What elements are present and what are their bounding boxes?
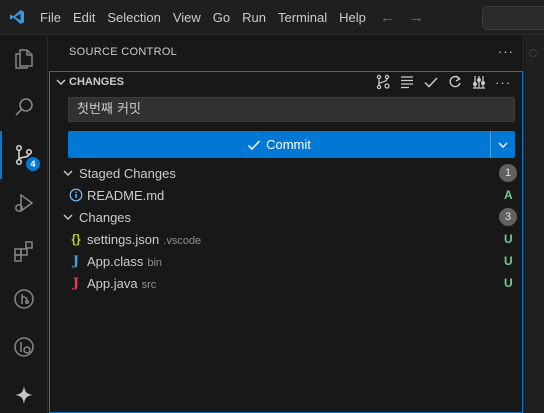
file-name: README.md: [87, 188, 165, 203]
more-actions-icon[interactable]: ···: [498, 44, 514, 59]
chevron-down-icon: [61, 168, 75, 178]
changes-section-title: CHANGES: [69, 76, 125, 88]
navigation-arrows: ← →: [380, 9, 424, 26]
staged-count-badge: 1: [499, 164, 517, 182]
java-class-icon: J: [72, 253, 80, 269]
back-arrow-icon[interactable]: ←: [380, 9, 395, 26]
remote-explorer-icon[interactable]: [0, 323, 48, 371]
info-icon: [69, 187, 83, 203]
extensions-icon[interactable]: [0, 227, 48, 275]
check-icon: [247, 138, 261, 152]
menu-bar: File Edit Selection View Go Run Terminal…: [34, 0, 372, 35]
file-directory: src: [141, 279, 157, 291]
chevron-down-icon: [61, 212, 75, 222]
git-status-untracked: U: [504, 232, 513, 246]
refresh-icon[interactable]: [446, 73, 464, 91]
commit-message-input[interactable]: 첫번째 커밋: [68, 97, 515, 122]
java-icon: J: [72, 275, 80, 291]
section-more-actions-icon[interactable]: ···: [494, 73, 512, 91]
file-directory: bin: [147, 257, 163, 269]
changes-count-badge: 3: [499, 208, 517, 226]
file-name: App.class bin: [87, 254, 163, 269]
json-braces-icon: {}: [71, 232, 81, 246]
editor-area-edge: [525, 35, 544, 413]
list-item[interactable]: {} settings.json .vscode U: [49, 228, 521, 250]
file-name: App.java src: [87, 276, 157, 291]
run-debug-icon[interactable]: [0, 179, 48, 227]
source-control-graph-icon[interactable]: [470, 73, 488, 91]
command-center-search[interactable]: [482, 6, 544, 30]
title-bar: File Edit Selection View Go Run Terminal…: [0, 0, 544, 35]
menu-run[interactable]: Run: [236, 0, 272, 35]
file-directory: .vscode: [163, 235, 202, 247]
menu-terminal[interactable]: Terminal: [272, 0, 333, 35]
source-control-sidebar: SOURCE CONTROL ··· CHANGES ··· 첫번째 커밋 Co…: [49, 35, 524, 413]
editor-tab-icon: [529, 49, 537, 57]
chevron-down-icon: [53, 77, 69, 87]
graph-branch-icon[interactable]: [374, 73, 392, 91]
changes-label: Changes: [79, 209, 132, 225]
commit-button-label: Commit: [266, 137, 311, 152]
list-item[interactable]: README.md A: [49, 184, 521, 206]
chevron-down-icon: [498, 142, 508, 148]
changes-group[interactable]: Changes 3: [49, 206, 521, 228]
list-item[interactable]: J App.class bin U: [49, 250, 521, 272]
menu-help[interactable]: Help: [333, 0, 372, 35]
menu-file[interactable]: File: [34, 0, 67, 35]
list-item[interactable]: J App.java src U: [49, 272, 521, 294]
git-status-added: A: [504, 188, 513, 202]
menu-go[interactable]: Go: [207, 0, 236, 35]
copilot-sparkle-icon[interactable]: [0, 371, 48, 413]
explorer-icon[interactable]: [0, 35, 48, 83]
search-icon[interactable]: [0, 83, 48, 131]
vscode-logo-icon[interactable]: [0, 0, 34, 35]
git-status-untracked: U: [504, 254, 513, 268]
source-control-icon[interactable]: 4: [0, 131, 48, 179]
activity-bar: 4: [0, 35, 48, 413]
section-actions: ···: [374, 73, 512, 91]
file-name: settings.json .vscode: [87, 232, 202, 247]
staged-changes-group[interactable]: Staged Changes 1: [49, 162, 521, 184]
sidebar-title: SOURCE CONTROL: [69, 46, 178, 58]
commit-check-icon[interactable]: [422, 73, 440, 91]
forward-arrow-icon[interactable]: →: [409, 9, 424, 26]
menu-edit[interactable]: Edit: [67, 0, 101, 35]
source-control-badge: 4: [26, 157, 40, 171]
commit-button[interactable]: Commit: [68, 131, 490, 158]
view-as-list-icon[interactable]: [398, 73, 416, 91]
git-graph-icon[interactable]: [0, 275, 48, 323]
menu-selection[interactable]: Selection: [101, 0, 166, 35]
commit-dropdown-button[interactable]: [490, 131, 515, 158]
staged-changes-label: Staged Changes: [79, 165, 176, 181]
menu-view[interactable]: View: [167, 0, 207, 35]
git-status-untracked: U: [504, 276, 513, 290]
